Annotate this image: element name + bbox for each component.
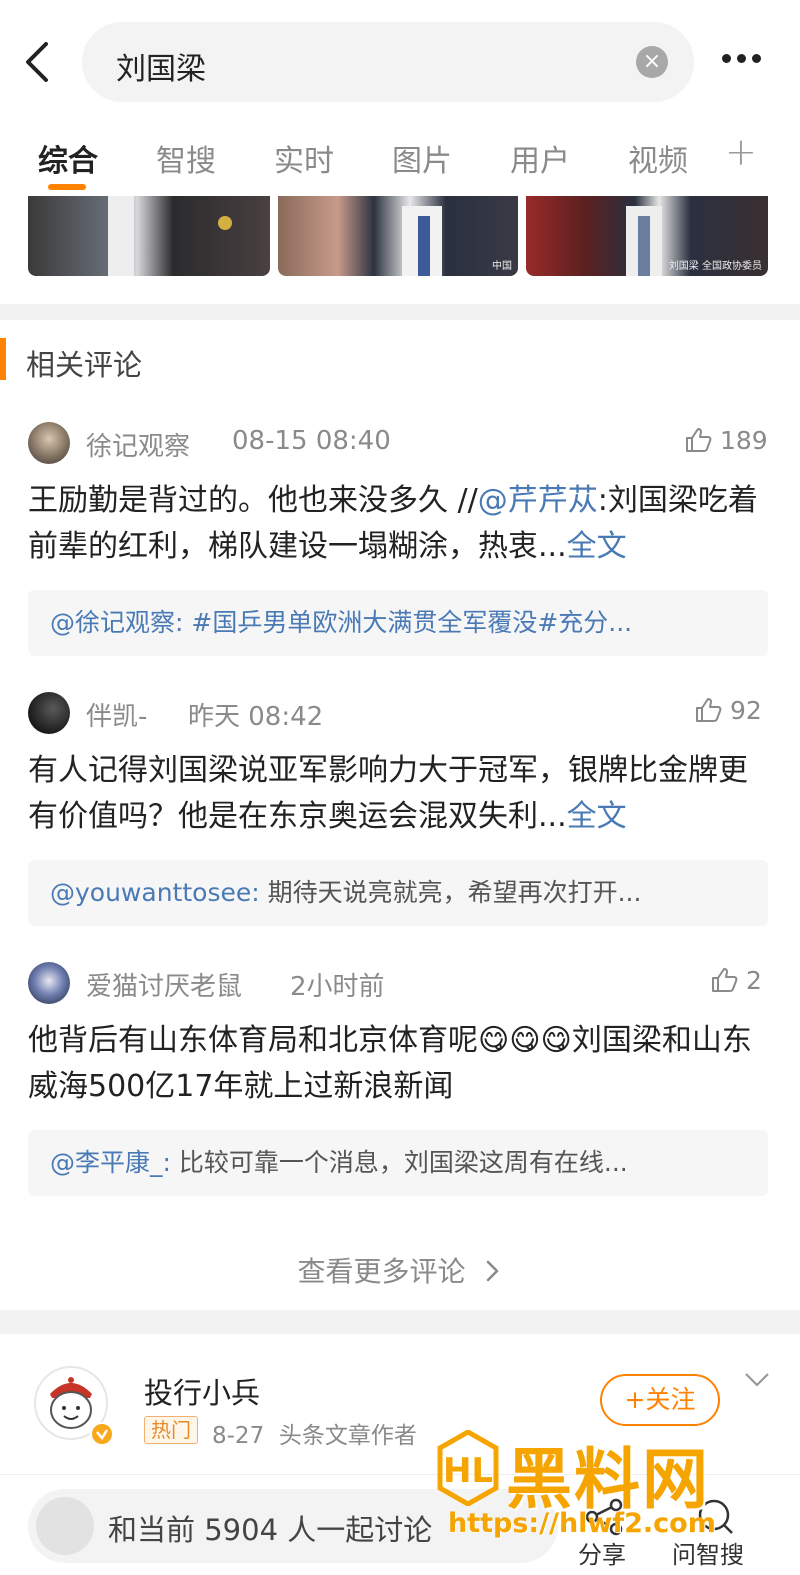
chevron-right-icon (487, 1260, 499, 1282)
comment-time: 昨天 08:42 (188, 702, 324, 732)
tab-users[interactable]: 用户 (510, 136, 570, 180)
comment-item[interactable]: 伴凯- 昨天 08:42 92 有人记得刘国梁说亚军影响力大于冠军，银牌比金牌更… (0, 690, 800, 940)
like-count: 189 (720, 426, 768, 455)
svg-text:HL: HL (443, 1451, 493, 1491)
comment-text: 他背后有山东体育局和北京体育呢😋😋😋刘国梁和山东威海500亿17年就上过新浪新闻 (28, 1023, 752, 1104)
watermark-logo-icon: HL (437, 1430, 499, 1506)
active-tab-indicator (48, 184, 86, 190)
tab-smart-search[interactable]: 智搜 (156, 136, 216, 180)
image-thumbnail[interactable] (28, 196, 270, 276)
tab-realtime[interactable]: 实时 (274, 136, 334, 180)
quote-text: 比较可靠一个消息，刘国梁这周有在线... (170, 1148, 628, 1177)
section-divider (0, 304, 800, 320)
image-thumbnail[interactable]: 刘国梁 全国政协委员 (526, 196, 768, 276)
like-button[interactable]: 2 (710, 966, 762, 995)
like-count: 92 (730, 696, 762, 725)
image-thumbnail[interactable]: 中国 (278, 196, 518, 276)
tab-images[interactable]: 图片 (392, 136, 452, 180)
image-strip: 中国 刘国梁 全国政协委员 (0, 196, 800, 304)
section-title: 相关评论 (26, 348, 143, 382)
avatar[interactable] (28, 962, 70, 1004)
like-count: 2 (746, 966, 762, 995)
clear-icon[interactable]: × (636, 46, 668, 78)
watermark-url: https://hlwf2.com (448, 1508, 716, 1539)
emoji: 😋😋😋 (478, 1023, 572, 1058)
comment-text: 王励勤是背过的。他也来没多久 //@芹芹苁:刘国梁吃着前辈的红利，梯队建设一塌糊… (28, 483, 758, 564)
more-comments-button[interactable]: 查看更多评论 (0, 1250, 800, 1290)
like-button[interactable]: 92 (694, 696, 762, 725)
tab-comprehensive[interactable]: 综合 (38, 136, 98, 180)
thumbs-up-icon (712, 968, 738, 992)
comment-username[interactable]: 徐记观察 (86, 426, 190, 463)
quoted-comment[interactable]: @李平康_: 比较可靠一个消息，刘国梁这周有在线... (28, 1130, 768, 1196)
more-icon[interactable] (722, 48, 770, 78)
comment-username[interactable]: 爱猫讨厌老鼠 (86, 966, 242, 1003)
back-icon[interactable] (20, 40, 54, 84)
comment-username[interactable]: 伴凯- (86, 696, 147, 733)
image-watermark: 中国 (492, 261, 512, 272)
quote-user[interactable]: @徐记观察: (50, 608, 183, 637)
watermark: HL 黑料网 https://hlwf2.com (436, 1426, 776, 1546)
related-comments-section: 相关评论 徐记观察 08-15 08:40 189 王励勤是背过的。他也来没多久… (0, 320, 800, 1310)
quoted-comment[interactable]: @youwanttosee: 期待天说亮就亮，希望再次打开... (28, 860, 768, 926)
post-author[interactable]: 投行小兵 (144, 1370, 260, 1412)
chevron-down-icon[interactable] (744, 1372, 770, 1392)
section-divider (0, 1310, 800, 1334)
comment-text: 有人记得刘国梁说亚军影响力大于冠军，银牌比金牌更有价值吗？他是在东京奥运会混双失… (28, 753, 748, 834)
thumbs-up-icon (696, 698, 722, 722)
avatar[interactable] (28, 692, 70, 734)
follow-button[interactable]: +关注 (600, 1374, 720, 1426)
comment-time: 08-15 08:40 (232, 426, 391, 456)
quoted-comment[interactable]: @徐记观察: #国乒男单欧洲大满贯全军覆没#充分... (28, 590, 768, 656)
avatar[interactable] (28, 422, 70, 464)
search-tabs: 综合 智搜 实时 图片 用户 视频 + (0, 126, 800, 196)
search-query: 刘国梁 (116, 52, 206, 87)
verified-badge-icon (90, 1422, 114, 1446)
top-bar: 刘国梁 × (0, 0, 800, 126)
comment-item[interactable]: 爱猫讨厌老鼠 2小时前 2 他背后有山东体育局和北京体育呢😋😋😋刘国梁和山东威海… (0, 960, 800, 1210)
tab-videos[interactable]: 视频 (628, 136, 688, 180)
add-tab-icon[interactable]: + (725, 130, 757, 174)
search-input[interactable]: 刘国梁 × (82, 22, 694, 102)
section-accent-bar (0, 338, 6, 380)
image-watermark: 刘国梁 全国政协委员 (668, 261, 762, 272)
comment-item[interactable]: 徐记观察 08-15 08:40 189 王励勤是背过的。他也来没多久 //@芹… (0, 420, 800, 670)
quote-user[interactable]: @李平康_: (50, 1148, 171, 1177)
full-text-link[interactable]: 全文 (567, 799, 627, 834)
thumbs-up-icon (686, 428, 712, 452)
hot-badge: 热门 (144, 1416, 198, 1444)
quote-user[interactable]: @youwanttosee: (50, 878, 260, 907)
like-button[interactable]: 189 (684, 426, 768, 455)
avatar (36, 1497, 94, 1555)
mention-link[interactable]: @芹芹苁 (478, 483, 598, 518)
post-meta: 8-27 头条文章作者 (212, 1423, 417, 1449)
full-text-link[interactable]: 全文 (567, 529, 627, 564)
quote-text: #国乒男单欧洲大满贯全军覆没#充分... (183, 608, 633, 637)
comment-time: 2小时前 (290, 972, 385, 1002)
discuss-placeholder: 和当前 5904 人一起讨论 (108, 1513, 433, 1547)
quote-text: 期待天说亮就亮，希望再次打开... (259, 878, 642, 907)
